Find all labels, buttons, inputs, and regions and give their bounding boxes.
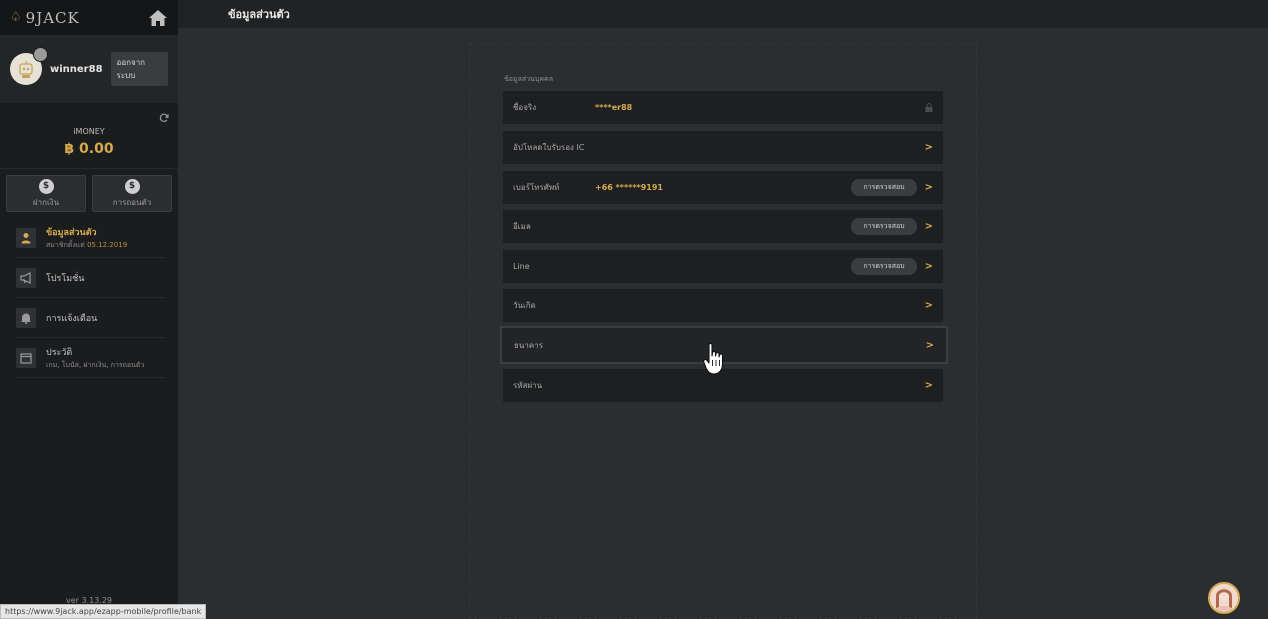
member-since-prefix: สมาชิกตั้งแต่ — [46, 240, 88, 249]
verify-email-button[interactable]: การตรวจสอบ — [851, 218, 917, 235]
sidebar-menu: ข้อมูลส่วนตัว สมาชิกตั้งแต่ 05.12.2019 โ… — [0, 218, 178, 378]
sidebar-header: ♤ 9JACK — [0, 0, 178, 35]
home-icon[interactable] — [148, 9, 168, 27]
bell-icon — [16, 307, 36, 328]
row-value: +66 ******9191 — [595, 183, 663, 192]
member-since: สมาชิกตั้งแต่ 05.12.2019 — [46, 240, 127, 251]
robot-avatar-icon — [19, 61, 33, 78]
row-label: ชื่อจริง — [513, 103, 537, 112]
status-bar-url: https://www.9jack.app/ezapp-mobile/profi… — [0, 604, 207, 619]
history-sub: เกม, โบนัส, ฝากเงิน, การถอนตัว — [46, 360, 145, 369]
sidebar: ♤ 9JACK winner88 ออกจากระบบ iMONEY ฿ 0.0… — [0, 0, 178, 619]
user-icon — [16, 227, 36, 248]
user-info: winner88 ออกจากระบบ — [0, 35, 178, 103]
withdraw-coin-icon: $ — [124, 178, 140, 194]
username: winner88 — [50, 63, 103, 75]
row-label: Line — [513, 262, 530, 271]
support-agent-icon — [1214, 589, 1234, 612]
row-label: รหัสผ่าน — [513, 381, 543, 390]
row-label: วันเกิด — [513, 301, 536, 310]
refresh-icon[interactable] — [159, 113, 169, 123]
avatar[interactable] — [10, 47, 48, 85]
chevron-right-icon: > — [924, 142, 933, 153]
row-real-name: ชื่อจริง ****er88 — [503, 91, 943, 124]
verify-line-button[interactable]: การตรวจสอบ — [851, 258, 917, 275]
calendar-icon — [16, 347, 36, 368]
deposit-label: ฝากเงิน — [32, 197, 60, 207]
sidebar-item-label: ข้อมูลส่วนตัว — [46, 227, 97, 238]
megaphone-icon — [16, 267, 36, 288]
sidebar-item-promotions[interactable]: โปรโมชั่น — [16, 258, 165, 298]
row-upload-ic[interactable]: อัปโหลดใบรับรอง IC > — [503, 131, 943, 164]
logo-text: 9JACK — [25, 8, 80, 27]
logo[interactable]: ♤ 9JACK — [10, 9, 80, 27]
chevron-right-icon: > — [925, 339, 934, 351]
wallet-actions: $ ฝากเงิน $ การถอนตัว — [0, 169, 178, 218]
sidebar-item-label: ประวัติ — [46, 347, 73, 358]
verify-phone-button[interactable]: การตรวจสอบ — [851, 179, 917, 196]
lock-icon — [925, 103, 933, 112]
wallet-label: iMONEY — [73, 127, 105, 136]
row-value: ****er88 — [595, 103, 633, 112]
withdraw-button[interactable]: $ การถอนตัว — [92, 175, 172, 212]
chevron-right-icon: > — [924, 221, 933, 232]
chevron-right-icon: > — [924, 261, 933, 272]
sidebar-item-history[interactable]: ประวัติ เกม, โบนัส, ฝากเงิน, การถอนตัว — [16, 338, 165, 378]
hand-cursor-icon — [703, 342, 724, 375]
withdraw-label: การถอนตัว — [112, 197, 152, 207]
deposit-coin-icon: $ — [38, 178, 54, 194]
sidebar-item-profile[interactable]: ข้อมูลส่วนตัว สมาชิกตั้งแต่ 05.12.2019 — [16, 218, 165, 258]
row-label: อีเมล — [513, 222, 531, 231]
chevron-right-icon: > — [924, 380, 933, 391]
logout-button[interactable]: ออกจากระบบ — [110, 52, 168, 86]
wallet: iMONEY ฿ 0.00 — [0, 103, 178, 169]
top-bar: ข้อมูลส่วนตัว — [178, 0, 1268, 28]
row-birthday[interactable]: วันเกิด > — [503, 289, 943, 322]
row-email[interactable]: อีเมล การตรวจสอบ > — [503, 210, 943, 243]
sidebar-item-notifications[interactable]: การแจ้งเตือน — [16, 298, 165, 338]
chevron-right-icon: > — [924, 182, 933, 193]
row-phone[interactable]: เบอร์โทรศัพท์ +66 ******9191 การตรวจสอบ … — [503, 171, 943, 204]
member-since-date: 05.12.2019 — [87, 240, 128, 249]
avatar-badge-icon — [33, 47, 48, 62]
sidebar-item-label: การแจ้งเตือน — [46, 313, 98, 324]
row-line[interactable]: Line การตรวจสอบ > — [503, 250, 943, 283]
row-label: อัปโหลดใบรับรอง IC — [513, 143, 585, 152]
support-chat-avatar[interactable] — [1208, 582, 1240, 614]
wallet-balance: ฿ 0.00 — [64, 141, 114, 157]
sidebar-item-label: โปรโมชั่น — [46, 273, 85, 284]
spade-logo-icon: ♤ — [10, 10, 23, 25]
page-title: ข้อมูลส่วนตัว — [228, 8, 290, 21]
section-title: ข้อมูลส่วนบุคคล — [504, 75, 553, 83]
deposit-button[interactable]: $ ฝากเงิน — [6, 175, 86, 212]
chevron-right-icon: > — [924, 300, 933, 311]
row-label: เบอร์โทรศัพท์ — [513, 183, 560, 192]
